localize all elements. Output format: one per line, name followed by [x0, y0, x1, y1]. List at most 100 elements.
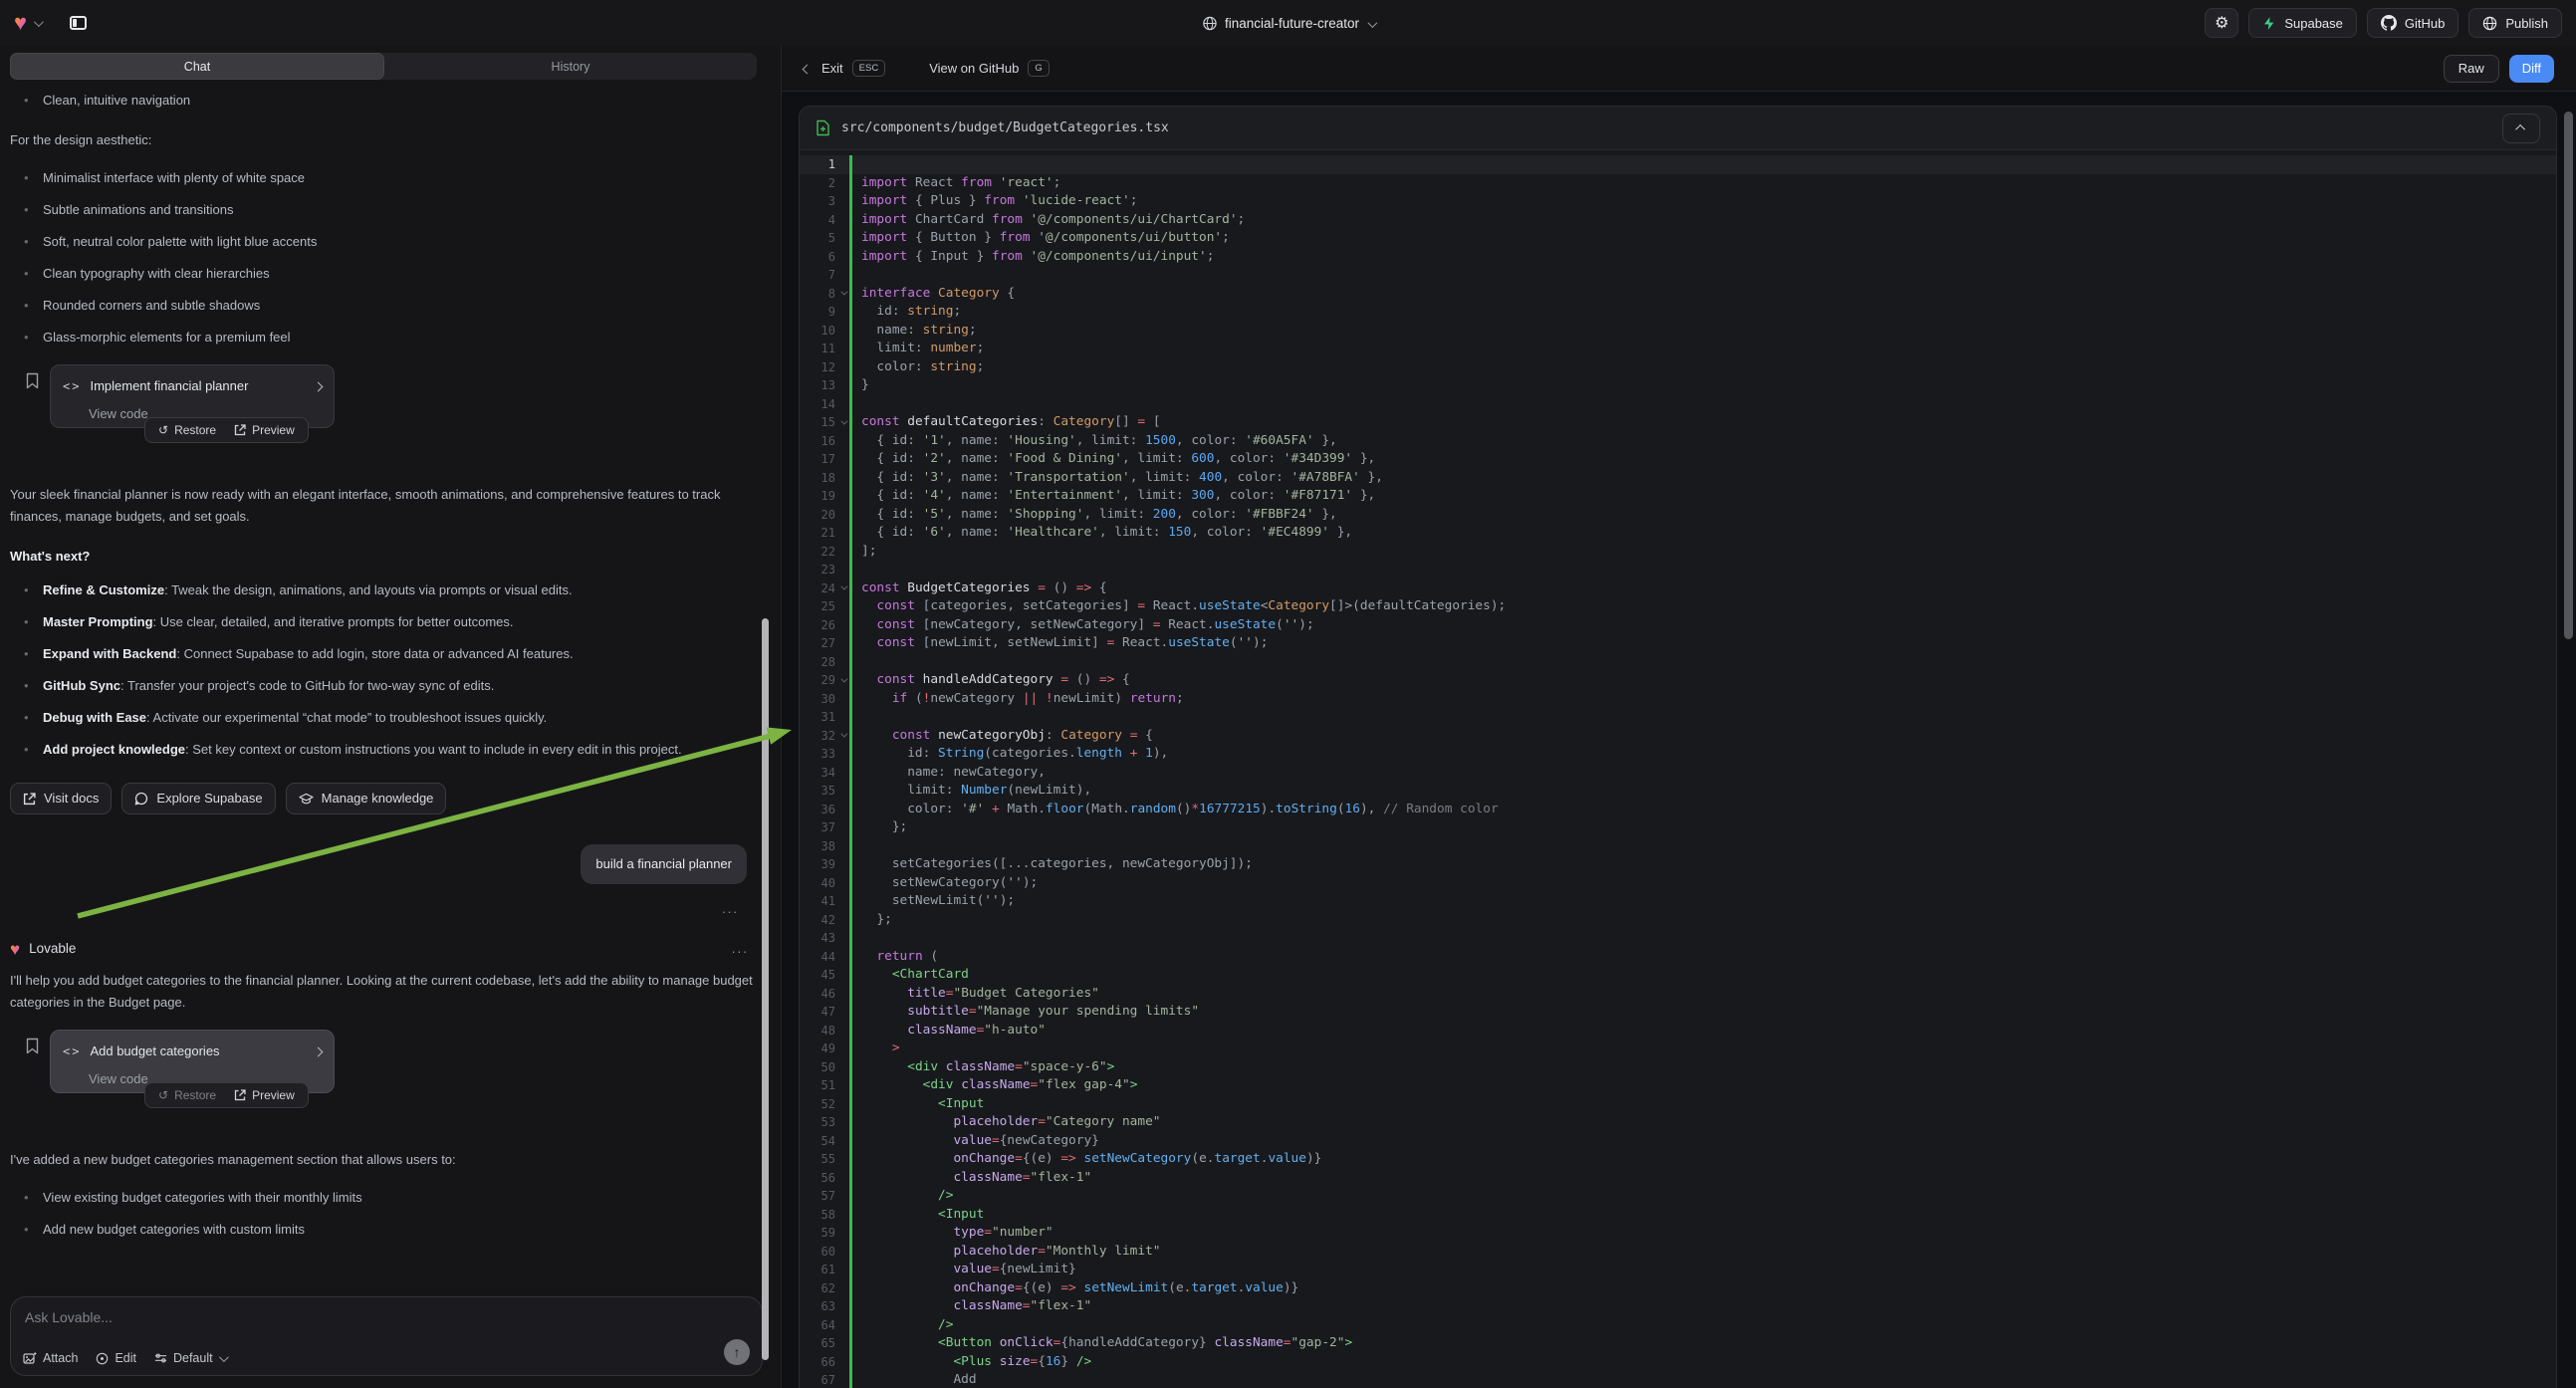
view-on-github-button[interactable]: View on GitHub G	[929, 60, 1049, 77]
diff-toggle-button[interactable]: Diff	[2509, 55, 2554, 83]
chat-bullet: Subtle animations and transitions	[10, 199, 767, 221]
restore-button[interactable]: ↺Restore	[149, 1084, 225, 1106]
restore-preview-toolbar: ↺Restore Preview	[144, 1082, 309, 1108]
preview-button[interactable]: Preview	[225, 1084, 304, 1106]
code-line: 39 setCategories([...categories, newCate…	[800, 855, 2556, 874]
github-button[interactable]: GitHub	[2367, 8, 2459, 38]
bookmark-icon[interactable]	[26, 372, 39, 389]
assistant-name: Lovable	[29, 938, 76, 960]
code-panel: Exit ESC View on GitHub G Raw Diff src/c…	[782, 46, 2576, 1388]
code-line: 60 placeholder="Monthly limit"	[800, 1243, 2556, 1262]
version-card-title: Implement financial planner	[90, 375, 248, 397]
code-lines[interactable]: 12import React from 'react';3import { Pl…	[800, 150, 2556, 1388]
chat-bullet: View existing budget categories with the…	[10, 1187, 767, 1209]
github-label: GitHub	[2405, 16, 2445, 31]
assistant-actions-ellipsis[interactable]: ...	[732, 938, 749, 960]
code-line: 5import { Button } from '@/components/ui…	[800, 229, 2556, 248]
code-line: 52 <Input	[800, 1095, 2556, 1114]
lovable-heart-icon: ♥	[10, 941, 20, 958]
code-line: 40 setNewCategory('');	[800, 874, 2556, 893]
chevron-right-icon	[315, 375, 322, 397]
preview-button[interactable]: Preview	[225, 419, 304, 441]
project-switcher[interactable]: financial-future-creator	[1202, 0, 1374, 46]
chat-composer[interactable]: Ask Lovable... Attach Edit Default ↑	[10, 1296, 763, 1376]
chat-bullet: Clean typography with clear hierarchies	[10, 263, 767, 285]
code-line: 4import ChartCard from '@/components/ui/…	[800, 211, 2556, 230]
code-line: 2import React from 'react';	[800, 174, 2556, 193]
code-line: 59 type="number"	[800, 1224, 2556, 1243]
code-line: 66 <Plus size={16} />	[800, 1353, 2556, 1372]
tab-history[interactable]: History	[384, 53, 757, 80]
code-line: 22];	[800, 543, 2556, 562]
code-line: 38	[800, 837, 2556, 856]
chat-bullet: Clean, intuitive navigation	[10, 90, 767, 112]
code-line: 57 />	[800, 1187, 2556, 1206]
code-line: 20 { id: '5', name: 'Shopping', limit: 2…	[800, 506, 2556, 525]
chat-bubble-icon	[134, 792, 148, 806]
code-line: 30 if (!newCategory || !newLimit) return…	[800, 690, 2556, 709]
chat-scrollbar-thumb[interactable]	[762, 618, 769, 1360]
attach-button[interactable]: Attach	[23, 1351, 78, 1365]
code-scrollbar-thumb[interactable]	[2564, 112, 2573, 639]
code-line: 13}	[800, 376, 2556, 395]
code-line: 1	[800, 155, 2556, 174]
sliders-icon	[154, 1352, 167, 1364]
g-key-badge: G	[1028, 60, 1049, 77]
version-card-1-row: <> Implement financial planner View code…	[10, 364, 767, 450]
user-message-1: build a financial planner	[581, 844, 747, 884]
code-panel-header: Exit ESC View on GitHub G Raw Diff	[782, 46, 2576, 92]
visit-docs-button[interactable]: Visit docs	[10, 783, 112, 814]
code-line: 32 const newCategoryObj: Category = {	[800, 727, 2556, 746]
chat-bullet: Glass-morphic elements for a premium fee…	[10, 327, 767, 348]
chat-scroll-area[interactable]: Clean, intuitive navigation For the desi…	[0, 90, 767, 1239]
code-line: 54 value={newCategory}	[800, 1132, 2556, 1151]
publish-label: Publish	[2505, 16, 2548, 31]
restore-preview-toolbar: ↺Restore Preview	[144, 417, 309, 443]
chat-history-tabs: Chat History	[10, 53, 757, 80]
next-step-item: Refine & Customize: Tweak the design, an…	[10, 579, 767, 601]
edit-button[interactable]: Edit	[96, 1351, 136, 1365]
graduation-cap-icon	[299, 793, 314, 806]
composer-input[interactable]: Ask Lovable...	[25, 1309, 748, 1325]
code-line: 28	[800, 653, 2556, 672]
code-line: 3import { Plus } from 'lucide-react';	[800, 192, 2556, 211]
explore-supabase-button[interactable]: Explore Supabase	[121, 783, 275, 814]
code-line: 63 className="flex-1"	[800, 1297, 2556, 1316]
bookmark-icon[interactable]	[26, 1038, 39, 1054]
supabase-button[interactable]: Supabase	[2248, 8, 2357, 38]
code-line: 53 placeholder="Category name"	[800, 1113, 2556, 1132]
code-line: 48 className="h-auto"	[800, 1022, 2556, 1041]
code-line: 18 { id: '3', name: 'Transportation', li…	[800, 469, 2556, 488]
code-line: 61 value={newLimit}	[800, 1261, 2556, 1279]
intro-bullet-list: Clean, intuitive navigation	[10, 90, 767, 112]
code-line: 49 >	[800, 1040, 2556, 1058]
restore-button[interactable]: ↺Restore	[149, 419, 225, 441]
code-line: 24const BudgetCategories = () => {	[800, 579, 2556, 598]
code-line: 67 Add	[800, 1371, 2556, 1388]
logo-menu-chevron-icon[interactable]	[34, 14, 41, 32]
message-actions-ellipsis[interactable]: ...	[10, 898, 767, 920]
send-button[interactable]: ↑	[724, 1339, 750, 1365]
code-icon: <>	[63, 375, 81, 397]
code-line: 23	[800, 561, 2556, 579]
tab-chat[interactable]: Chat	[10, 53, 384, 80]
code-line: 14	[800, 395, 2556, 414]
publish-button[interactable]: Publish	[2468, 8, 2562, 38]
whats-next-heading: What's next?	[10, 546, 767, 568]
code-line: 10 name: string;	[800, 322, 2556, 341]
exit-button[interactable]: Exit ESC	[804, 60, 885, 77]
code-line: 8interface Category {	[800, 285, 2556, 304]
file-added-icon	[816, 119, 830, 136]
mode-selector[interactable]: Default	[154, 1351, 226, 1365]
code-line: 31	[800, 708, 2556, 727]
code-line: 41 setNewLimit('');	[800, 892, 2556, 911]
supabase-label: Supabase	[2284, 16, 2343, 31]
manage-knowledge-button[interactable]: Manage knowledge	[286, 783, 447, 814]
raw-toggle-button[interactable]: Raw	[2444, 55, 2499, 83]
lovable-logo-icon[interactable]: ♥	[14, 12, 27, 34]
collapse-file-button[interactable]	[2502, 114, 2540, 143]
settings-button[interactable]: ⚙	[2205, 8, 2238, 38]
design-bullet-list: Minimalist interface with plenty of whit…	[10, 167, 767, 348]
code-line: 64 />	[800, 1316, 2556, 1335]
sidebar-toggle-button[interactable]	[63, 8, 93, 38]
